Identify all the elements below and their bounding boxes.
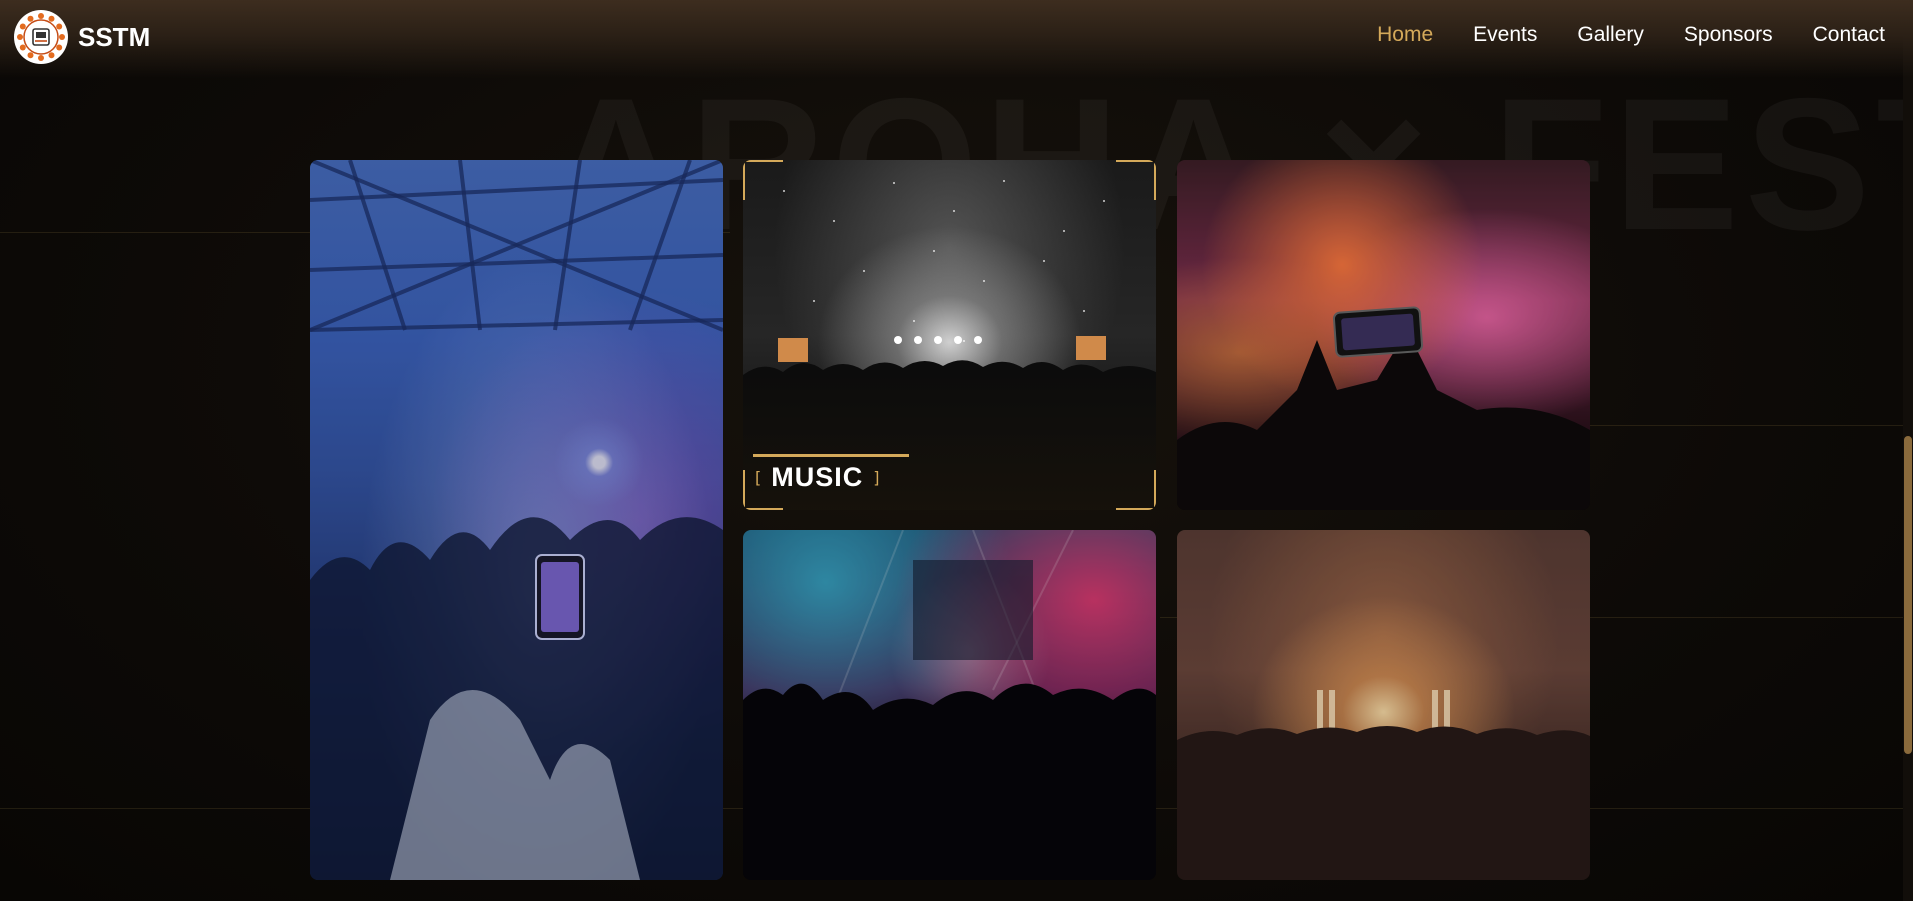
photo-overlay: [1177, 160, 1590, 510]
college-emblem-icon[interactable]: [14, 10, 68, 64]
gallery-photo-dj-stage[interactable]: [743, 530, 1156, 880]
photo-overlay: [1177, 530, 1590, 880]
frame-corner: [1116, 160, 1156, 200]
bracket-right-icon: ]: [873, 468, 880, 487]
nav-item-events[interactable]: Events: [1473, 23, 1537, 47]
navbar: SSTM Home Events Gallery Sponsors Contac…: [0, 0, 1913, 78]
scrollbar[interactable]: [1903, 0, 1913, 901]
gallery-photo-crowd-blue[interactable]: [310, 160, 723, 880]
divider-line: [1590, 425, 1913, 426]
nav-item-gallery[interactable]: Gallery: [1577, 23, 1644, 47]
gallery-photo-confetti-stage[interactable]: [ MUSIC ]: [743, 160, 1156, 510]
scrollbar-thumb[interactable]: [1904, 436, 1912, 754]
brand[interactable]: SSTM: [14, 10, 150, 64]
gallery-photo-festival-stage[interactable]: [1177, 530, 1590, 880]
featured-label: MUSIC: [771, 462, 864, 492]
nav-menu: Home Events Gallery Sponsors Contact: [1377, 23, 1885, 47]
gallery-photo-phone-concert[interactable]: [1177, 160, 1590, 510]
frame-corner: [1116, 470, 1156, 510]
nav-item-sponsors[interactable]: Sponsors: [1684, 23, 1773, 47]
nav-item-contact[interactable]: Contact: [1813, 23, 1885, 47]
page: AROHA × FEST × 2 SST: [0, 0, 1913, 901]
featured-tag: [ MUSIC ]: [755, 462, 880, 493]
brand-name[interactable]: SSTM: [78, 22, 150, 53]
photo-overlay: [310, 160, 723, 880]
frame-corner: [743, 160, 783, 200]
featured-accent-line: [753, 454, 909, 457]
nav-item-home[interactable]: Home: [1377, 23, 1433, 47]
photo-overlay: [743, 530, 1156, 880]
bracket-left-icon: [: [755, 468, 762, 487]
